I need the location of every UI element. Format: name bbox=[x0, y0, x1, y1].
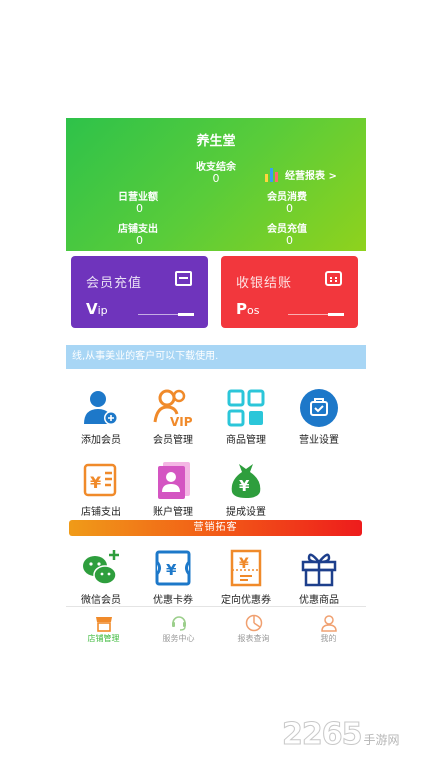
coupon-card-icon: ¥ bbox=[153, 548, 193, 588]
member-recharge-label: 会员充值 bbox=[267, 224, 307, 235]
svg-text:¥: ¥ bbox=[166, 561, 177, 579]
notice-marquee: 线,从事美业的客户可以下载使用. bbox=[66, 345, 366, 369]
pos-tag: Pos bbox=[236, 300, 260, 318]
add-member-icon bbox=[81, 388, 121, 428]
wechat-member-button[interactable]: 微信会员 bbox=[66, 548, 136, 606]
member-consume-label: 会员消费 bbox=[267, 192, 307, 203]
tab-mine[interactable]: 我的 bbox=[291, 607, 366, 650]
card-icon bbox=[175, 271, 192, 286]
card-title: 会员充值 bbox=[86, 276, 143, 291]
watermark-site: 手游网 bbox=[363, 733, 400, 747]
cash-register-icon bbox=[325, 271, 342, 286]
card-decor-line bbox=[138, 313, 194, 316]
member-recharge-card[interactable]: 会员充值 Vip bbox=[71, 256, 208, 328]
vip-member-icon: VIP bbox=[153, 388, 193, 429]
site-watermark: 2265 手游网 bbox=[282, 717, 400, 753]
discount-product-button[interactable]: 优惠商品 bbox=[284, 548, 354, 606]
card-title: 收银结账 bbox=[236, 276, 293, 291]
item-label: 微信会员 bbox=[81, 595, 121, 606]
tab-store-management[interactable]: 店铺管理 bbox=[66, 607, 141, 650]
profile-icon bbox=[320, 614, 338, 632]
daily-revenue-value: 0 bbox=[136, 202, 143, 215]
service-icon bbox=[170, 614, 188, 632]
store-expense-value: 0 bbox=[136, 234, 143, 247]
item-label: 优惠卡券 bbox=[153, 595, 193, 606]
card-decor-line bbox=[288, 313, 344, 316]
store-expense-label: 店铺支出 bbox=[118, 224, 158, 235]
item-label: 营业设置 bbox=[299, 435, 339, 446]
business-settings-button[interactable]: 营业设置 bbox=[284, 388, 354, 446]
marketing-banner: 营销拓客 bbox=[69, 520, 362, 536]
store-title: 养生堂 bbox=[196, 134, 236, 149]
member-recharge-value: 0 bbox=[286, 234, 293, 247]
svg-text:¥: ¥ bbox=[239, 477, 250, 495]
tab-service-center[interactable]: 服务中心 bbox=[141, 607, 216, 650]
svg-text:¥: ¥ bbox=[90, 473, 101, 492]
item-label: 店铺支出 bbox=[81, 507, 121, 518]
item-label: 提成设置 bbox=[226, 507, 266, 518]
store-expense-button[interactable]: ¥ 店铺支出 bbox=[66, 460, 136, 518]
account-management-button[interactable]: 账户管理 bbox=[138, 460, 208, 518]
bottom-tab-bar: 店铺管理 服务中心 报表查询 我的 bbox=[66, 606, 366, 650]
tab-label: 我的 bbox=[320, 634, 337, 643]
money-bag-icon: ¥ bbox=[226, 460, 266, 500]
report-link-label: 经营报表 > bbox=[285, 171, 337, 182]
item-label: 会员管理 bbox=[153, 435, 193, 446]
account-icon bbox=[153, 460, 193, 500]
store-icon bbox=[95, 614, 113, 632]
item-label: 优惠商品 bbox=[299, 595, 339, 606]
svg-text:¥: ¥ bbox=[239, 556, 249, 572]
checkout-card[interactable]: 收银结账 Pos bbox=[221, 256, 358, 328]
commission-settings-button[interactable]: ¥ 提成设置 bbox=[211, 460, 281, 518]
business-report-link[interactable]: 经营报表 > bbox=[265, 167, 337, 182]
member-consume-value: 0 bbox=[286, 202, 293, 215]
product-management-button[interactable]: 商品管理 bbox=[211, 388, 281, 446]
discount-coupon-button[interactable]: ¥ 优惠卡券 bbox=[138, 548, 208, 606]
item-label: 商品管理 bbox=[226, 435, 266, 446]
targeted-coupon-button[interactable]: ¥ 定向优惠券 bbox=[211, 548, 281, 606]
tab-report-query[interactable]: 报表查询 bbox=[216, 607, 291, 650]
tab-label: 报表查询 bbox=[237, 634, 270, 643]
product-grid-icon bbox=[226, 388, 266, 428]
tab-label: 店铺管理 bbox=[87, 634, 120, 643]
bar-chart-icon bbox=[265, 167, 281, 182]
item-label: 添加会员 bbox=[81, 435, 121, 446]
daily-revenue-label: 日营业额 bbox=[118, 192, 158, 203]
targeted-coupon-icon: ¥ bbox=[226, 548, 266, 588]
tab-label: 服务中心 bbox=[162, 634, 195, 643]
item-label: 账户管理 bbox=[153, 507, 193, 518]
business-settings-icon bbox=[299, 388, 339, 428]
watermark-number: 2265 bbox=[282, 717, 363, 753]
expense-receipt-icon: ¥ bbox=[81, 460, 121, 500]
report-icon bbox=[245, 614, 263, 632]
app-screen: 养生堂 收支结余 0 经营报表 > 日营业额 0 会员消费 0 店铺支出 0 会… bbox=[66, 118, 366, 650]
wechat-icon bbox=[81, 548, 121, 588]
add-member-button[interactable]: 添加会员 bbox=[66, 388, 136, 446]
summary-header: 养生堂 收支结余 0 经营报表 > 日营业额 0 会员消费 0 店铺支出 0 会… bbox=[66, 118, 366, 251]
item-label: 定向优惠券 bbox=[221, 595, 271, 606]
svg-text:VIP: VIP bbox=[170, 415, 193, 428]
vip-tag: Vip bbox=[86, 300, 108, 318]
member-management-button[interactable]: VIP 会员管理 bbox=[138, 388, 208, 446]
gift-icon bbox=[299, 548, 339, 588]
